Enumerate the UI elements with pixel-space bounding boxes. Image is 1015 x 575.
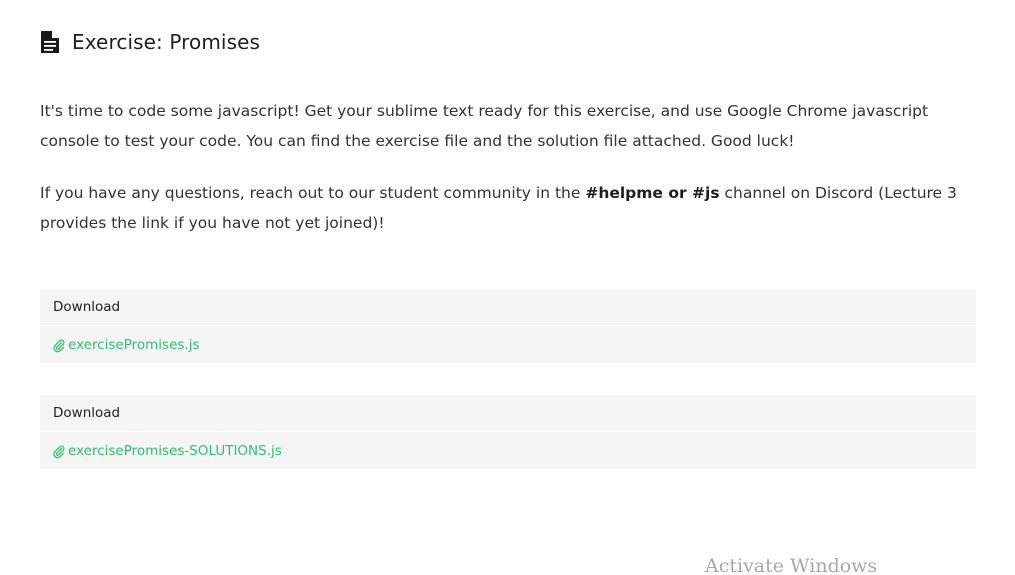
download-heading: Download [40, 395, 976, 432]
lecture-page: Exercise: Promises It's time to code som… [0, 0, 1015, 575]
intro-paragraph: It's time to code some javascript! Get y… [40, 102, 929, 150]
download-item: exercisePromises.js [40, 326, 976, 363]
activate-windows-watermark: Activate Windows [705, 555, 878, 575]
download-box: Download exercisePromises.js [40, 289, 976, 363]
help-paragraph-text-start: If you have any questions, reach out to … [40, 184, 586, 202]
download-heading: Download [40, 289, 976, 326]
title-row: Exercise: Promises [40, 30, 260, 54]
solution-file-link[interactable]: exercisePromises-SOLUTIONS.js [68, 443, 282, 459]
paperclip-icon [53, 444, 65, 458]
exercise-file-link[interactable]: exercisePromises.js [68, 337, 199, 353]
page-title: Exercise: Promises [72, 30, 261, 54]
channel-names: #helpme or #js [585, 184, 720, 202]
help-paragraph: If you have any questions, reach out to … [40, 178, 976, 238]
download-box: Download exercisePromises-SOLUTIONS.js [40, 395, 976, 469]
paperclip-icon [53, 338, 65, 352]
download-item: exercisePromises-SOLUTIONS.js [40, 432, 976, 469]
document-icon [40, 31, 60, 53]
